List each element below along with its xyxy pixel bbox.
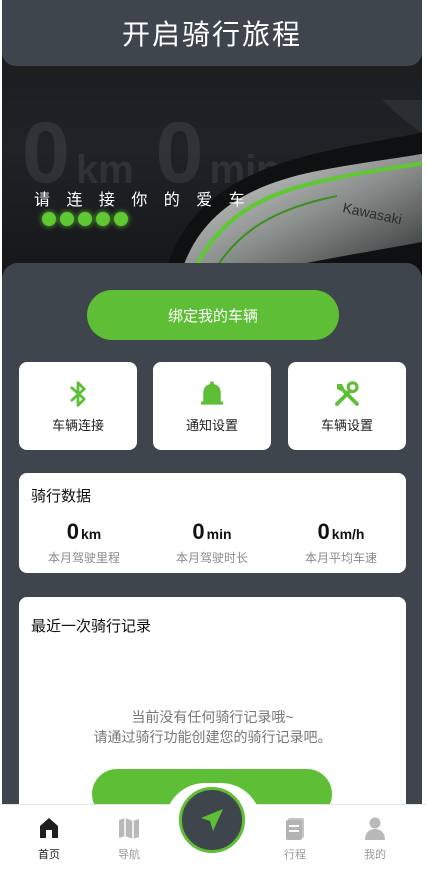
monthly-avg-speed-label: 本月平均车速 (304, 551, 377, 565)
ride-stats-title: 骑行数据 (31, 488, 92, 505)
main-panel: 绑定我的车辆 车辆连接 通知设置 车辆设置 骑行数据 0 km 本月驾驶里程 0… (2, 263, 422, 871)
empty-state-line-1: 当前没有任何骑行记录哦~ (131, 709, 294, 725)
hero-dot (96, 212, 110, 226)
monthly-avg-speed-stat: 0 km/h 本月平均车速 (276, 519, 406, 566)
bind-vehicle-button[interactable]: 绑定我的车辆 (87, 290, 339, 340)
bluetooth-icon (70, 380, 86, 407)
monthly-duration-label: 本月驾驶时长 (175, 551, 248, 565)
tab-trip-label: 行程 (284, 849, 306, 861)
hero-dot (42, 212, 56, 226)
notification-settings-tile[interactable]: 通知设置 (153, 362, 271, 450)
hero-dot-indicator (42, 212, 128, 226)
home-screen: 开启骑行旅程 0 km 0 min Kawasaki 请 连 接 你 的 爱 车… (0, 0, 426, 871)
watermark-speed: 0 (22, 105, 70, 201)
empty-state-line-2: 请通过骑行功能创建您的骑行记录吧。 (93, 729, 332, 745)
navigate-arrow-icon (201, 809, 223, 831)
monthly-avg-speed-value: 0 (317, 519, 330, 544)
monthly-distance-unit: km (81, 526, 102, 542)
monthly-distance-label: 本月驾驶里程 (47, 551, 120, 565)
hero-dot (78, 212, 92, 226)
monthly-avg-speed-unit: km/h (331, 526, 365, 542)
vehicle-connect-label: 车辆连接 (51, 417, 104, 433)
monthly-distance-stat: 0 km 本月驾驶里程 (19, 519, 149, 566)
map-icon (119, 818, 139, 839)
tab-trip[interactable]: 行程 (265, 815, 325, 862)
tab-profile-label: 我的 (364, 849, 386, 861)
vehicle-connect-tile[interactable]: 车辆连接 (19, 362, 137, 450)
page-title: 开启骑行旅程 (121, 19, 302, 50)
ride-stats-card: 骑行数据 0 km 本月驾驶里程 0 min 本月驾驶时长 0 km/h 本月平… (19, 473, 406, 573)
user-icon (365, 817, 385, 840)
tab-navigation-label: 导航 (118, 849, 140, 861)
app-header: 开启骑行旅程 (2, 0, 422, 66)
tab-home-label: 首页 (38, 849, 60, 861)
monthly-duration-unit: min (206, 526, 232, 542)
vehicle-settings-label: 车辆设置 (320, 417, 373, 433)
tab-profile[interactable]: 我的 (345, 815, 405, 862)
home-icon (40, 818, 58, 838)
empty-state-message: 当前没有任何骑行记录哦~ 请通过骑行功能创建您的骑行记录吧。 (19, 707, 406, 747)
watermark-speed-unit: km (75, 148, 134, 192)
vehicle-settings-tile[interactable]: 车辆设置 (288, 362, 406, 450)
monthly-duration-stat: 0 min 本月驾驶时长 (147, 519, 277, 566)
hero-dot (114, 212, 128, 226)
monthly-duration-value: 0 (192, 519, 205, 544)
hero-banner: 0 km 0 min Kawasaki 请 连 接 你 的 爱 车 (2, 40, 422, 280)
tools-icon (335, 380, 359, 406)
hero-tagline: 请 连 接 你 的 爱 车 (34, 192, 251, 209)
notification-settings-label: 通知设置 (185, 417, 238, 433)
trip-icon (286, 818, 304, 840)
recent-ride-title: 最近一次骑行记录 (31, 618, 152, 635)
tab-navigation[interactable]: 导航 (99, 815, 159, 862)
hero-dot (60, 212, 74, 226)
start-navigation-button[interactable] (179, 787, 245, 853)
monthly-distance-value: 0 (66, 519, 79, 544)
tab-home[interactable]: 首页 (19, 815, 79, 862)
bell-icon (200, 381, 224, 405)
